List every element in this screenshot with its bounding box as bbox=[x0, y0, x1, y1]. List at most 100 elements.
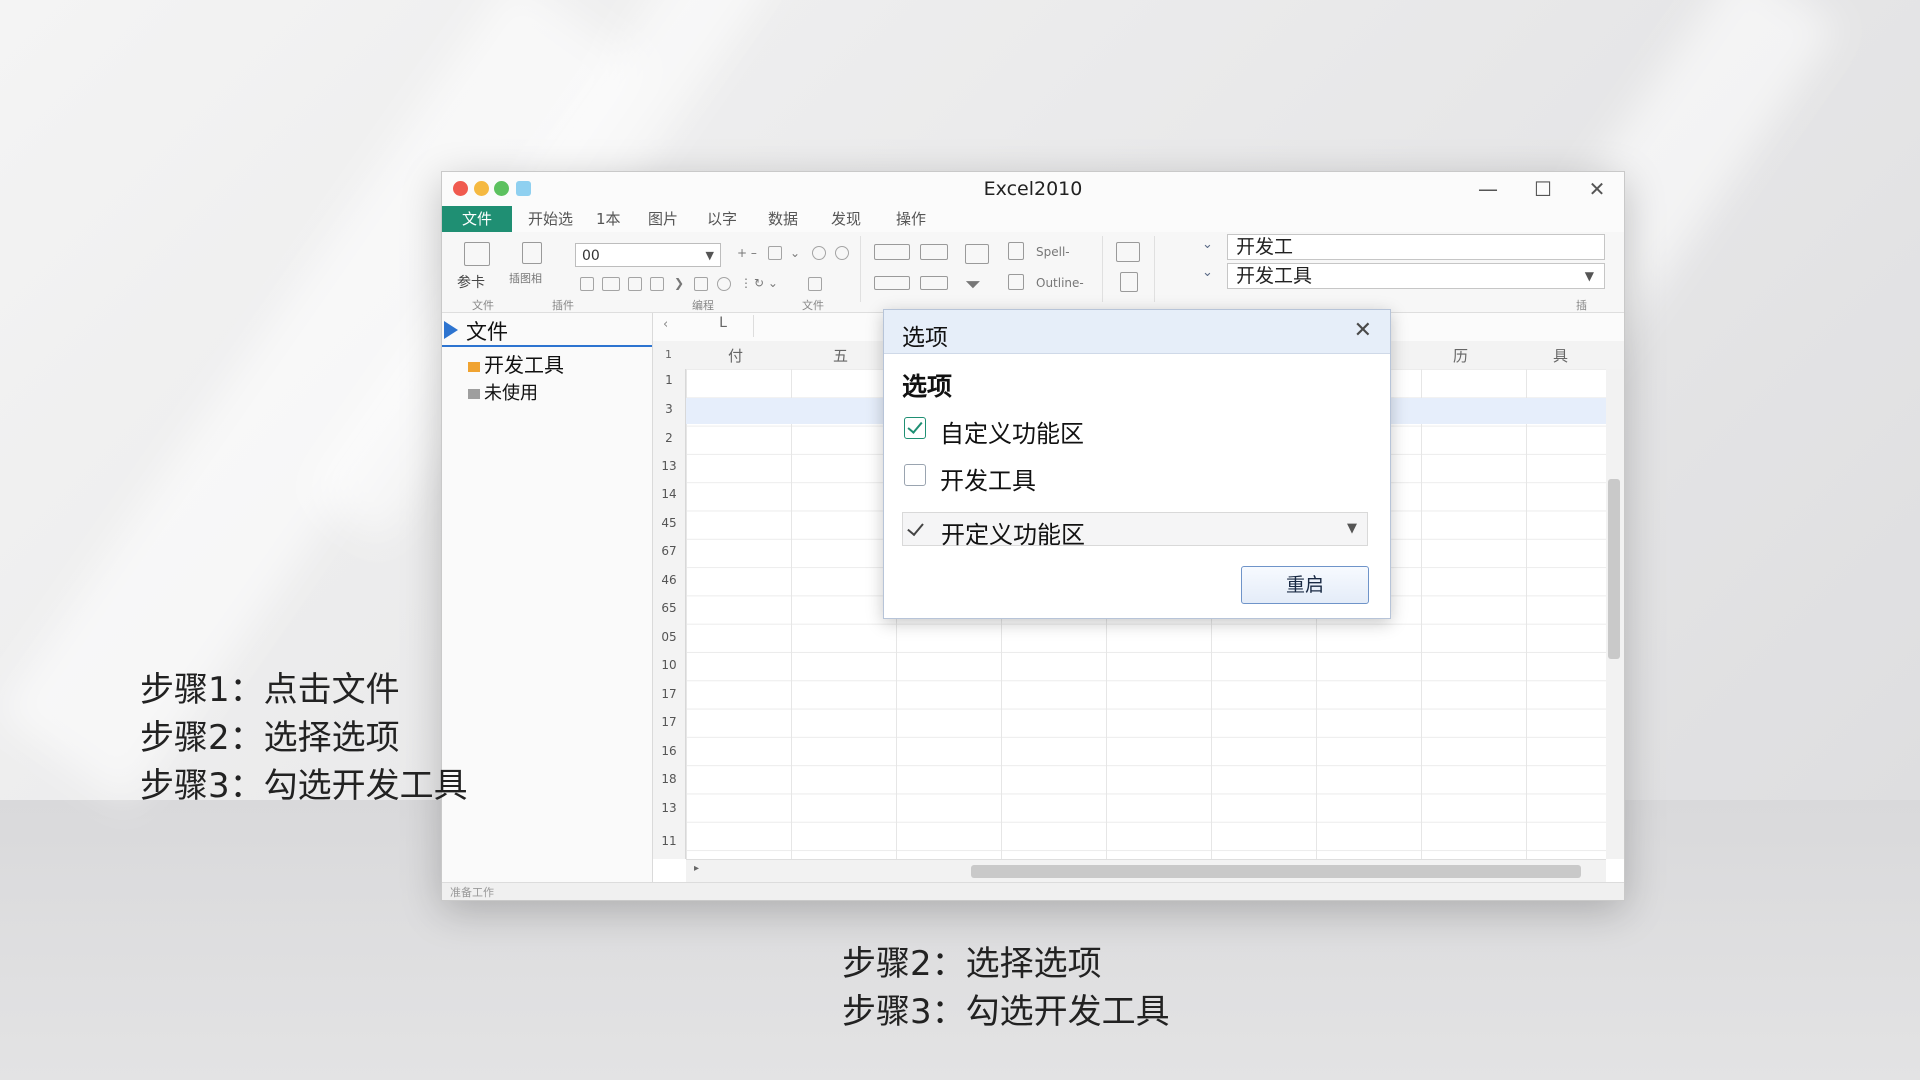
checkbox-customize-ribbon[interactable] bbox=[904, 417, 926, 439]
vertical-scroll-thumb[interactable] bbox=[1608, 479, 1620, 659]
rotate-icon[interactable]: ↻ ⌄ bbox=[754, 276, 778, 290]
menu-item-word[interactable]: 以字 bbox=[707, 208, 737, 230]
outline-icon[interactable] bbox=[1008, 274, 1024, 290]
file-tree-sidebar: 文件 开发工具 未使用 bbox=[442, 313, 653, 882]
table-icon[interactable] bbox=[874, 244, 910, 260]
column-header[interactable]: 五 bbox=[833, 345, 848, 366]
file-icon bbox=[468, 389, 480, 399]
font-size-value: 00 bbox=[582, 248, 600, 264]
row-header[interactable]: 45 bbox=[653, 516, 685, 530]
dots-icon[interactable]: ⋮ bbox=[740, 276, 752, 290]
options-dialog: 选项 ✕ 选项 自定义功能区 开发工具 开定义功能区 ▼ 重启 bbox=[883, 309, 1391, 619]
menu-item-file[interactable]: 文件 bbox=[442, 206, 512, 232]
row-header[interactable]: 16 bbox=[653, 744, 685, 758]
filter-icon[interactable] bbox=[650, 277, 664, 291]
gear-icon[interactable] bbox=[717, 277, 731, 291]
grid-icon[interactable] bbox=[768, 246, 782, 260]
chevron-down-icon[interactable]: ⌄ bbox=[790, 246, 800, 260]
scroll-right-arrow-icon[interactable]: ▸ bbox=[694, 863, 699, 874]
column-header[interactable]: 历 bbox=[1453, 345, 1468, 366]
developer-field-bottom[interactable]: 开发工具 ▼ bbox=[1227, 263, 1605, 289]
row-header[interactable]: 67 bbox=[653, 544, 685, 558]
corner-cell[interactable]: 1 bbox=[665, 348, 672, 361]
ribbon-card-label: 参卡 bbox=[457, 275, 485, 291]
chevron-down-icon: ▼ bbox=[1347, 521, 1357, 536]
row-header[interactable]: 10 bbox=[653, 658, 685, 672]
status-bar: 准备工作 bbox=[442, 882, 1624, 900]
save-icon[interactable] bbox=[464, 242, 490, 266]
minimize-button[interactable]: — bbox=[1475, 176, 1501, 202]
chevron-down-icon: ▼ bbox=[705, 249, 714, 262]
book-icon[interactable] bbox=[1008, 242, 1024, 260]
menu-item-picture[interactable]: 图片 bbox=[648, 208, 678, 230]
row-header[interactable]: 13 bbox=[653, 459, 685, 473]
name-box[interactable]: L bbox=[693, 315, 754, 337]
ribbon: 参卡 插图相 00 ▼ + – ⌄ ❯ ⋮ ↻ ⌄ ⏷ Spell- Outli… bbox=[442, 232, 1624, 313]
sidebar-item-label: 开发工具 bbox=[484, 353, 564, 377]
developer-field-top[interactable]: 开发工 bbox=[1227, 234, 1605, 260]
vertical-scrollbar[interactable] bbox=[1606, 369, 1624, 859]
row-header[interactable]: 18 bbox=[653, 772, 685, 786]
spell-button[interactable]: Spell- bbox=[1036, 245, 1070, 259]
menu-item-operate[interactable]: 操作 bbox=[896, 208, 926, 230]
picture-icon[interactable] bbox=[808, 277, 822, 291]
trash-icon[interactable] bbox=[1120, 272, 1138, 292]
menu-item-text[interactable]: 1本 bbox=[596, 208, 621, 230]
row-header[interactable]: 46 bbox=[653, 573, 685, 587]
square-icon[interactable] bbox=[694, 277, 708, 291]
check-icon[interactable] bbox=[628, 277, 642, 291]
font-size-combo[interactable]: 00 ▼ bbox=[575, 243, 721, 267]
layout-icon[interactable] bbox=[874, 276, 910, 290]
sidebar-item-unused[interactable]: 未使用 bbox=[468, 379, 538, 405]
link-icon[interactable] bbox=[812, 246, 826, 260]
panel-icon[interactable] bbox=[1116, 242, 1140, 262]
row-header[interactable]: 2 bbox=[653, 431, 685, 445]
title-bar[interactable]: Excel2010 — ☐ ✕ bbox=[442, 172, 1624, 206]
sidebar-item-developer[interactable]: 开发工具 bbox=[468, 349, 564, 377]
ribbon-separator bbox=[1102, 236, 1103, 302]
format-icon[interactable] bbox=[580, 277, 594, 291]
menu-item-discover[interactable]: 发现 bbox=[831, 208, 861, 230]
dialog-title-bar[interactable]: 选项 ✕ bbox=[884, 310, 1390, 354]
row-header[interactable]: 1 bbox=[653, 373, 685, 387]
menu-bar: 开始选 1本 图片 以字 数据 发现 操作 bbox=[442, 206, 1624, 232]
row-header[interactable]: 14 bbox=[653, 487, 685, 501]
chevron-down-icon[interactable]: ⌄ bbox=[1202, 237, 1213, 252]
row-header[interactable]: 05 bbox=[653, 630, 685, 644]
insert-icon[interactable] bbox=[522, 242, 542, 264]
checkbox-developer-tools[interactable] bbox=[904, 464, 926, 486]
row-header[interactable]: 17 bbox=[653, 715, 685, 729]
chevron-down-icon[interactable]: ⌄ bbox=[1202, 265, 1213, 280]
horizontal-scroll-thumb[interactable] bbox=[971, 865, 1581, 878]
ribbon-select[interactable]: 开定义功能区 ▼ bbox=[902, 512, 1368, 549]
sidebar-item-file[interactable]: 文件 bbox=[442, 313, 652, 347]
outline-button[interactable]: Outline- bbox=[1036, 276, 1084, 290]
caption-left-step3: 步骤3：勾选开发工具 bbox=[140, 766, 468, 806]
row-header[interactable]: 11 bbox=[653, 834, 685, 848]
list-icon[interactable] bbox=[920, 276, 948, 290]
column-header[interactable]: 具 bbox=[1553, 345, 1568, 366]
box-icon[interactable] bbox=[602, 277, 620, 291]
circle-icon[interactable] bbox=[835, 246, 849, 260]
maximize-button[interactable]: ☐ bbox=[1530, 176, 1556, 202]
row-header[interactable]: 13 bbox=[653, 801, 685, 815]
dialog-title: 选项 bbox=[902, 325, 948, 351]
chart-icon[interactable] bbox=[920, 244, 948, 260]
dialog-close-icon[interactable]: ✕ bbox=[1354, 318, 1372, 343]
chevron-left-icon[interactable]: ‹ bbox=[663, 317, 668, 332]
menu-item-data[interactable]: 数据 bbox=[768, 208, 798, 230]
horizontal-scrollbar[interactable]: ▸ bbox=[686, 859, 1606, 882]
funnel-icon[interactable]: ⏷ bbox=[965, 272, 981, 296]
text-icon[interactable] bbox=[965, 244, 989, 264]
row-header[interactable]: 65 bbox=[653, 601, 685, 615]
close-button[interactable]: ✕ bbox=[1584, 176, 1610, 202]
row-header[interactable]: 17 bbox=[653, 687, 685, 701]
row-header[interactable]: 3 bbox=[653, 402, 685, 416]
developer-field-bottom-value: 开发工具 bbox=[1236, 265, 1313, 287]
arrow-icon[interactable]: ❯ bbox=[674, 276, 684, 290]
restart-button[interactable]: 重启 bbox=[1241, 566, 1369, 604]
menu-item-start[interactable]: 开始选 bbox=[528, 208, 573, 230]
column-header[interactable]: 付 bbox=[728, 345, 743, 366]
group-label-plugin: 插件 bbox=[552, 299, 574, 312]
plus-icon[interactable]: + – bbox=[737, 246, 757, 260]
